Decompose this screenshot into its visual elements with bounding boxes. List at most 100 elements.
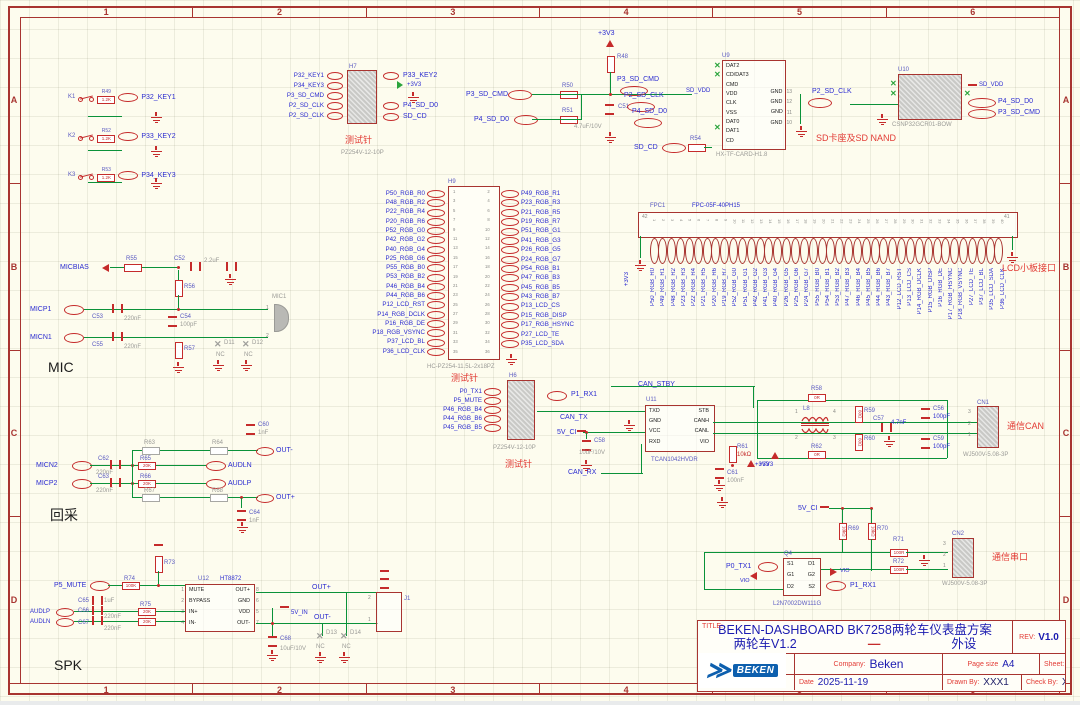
nc-label: NC [316,644,325,650]
pin-number: 1 [181,587,184,593]
border-rows-left: ABCD [8,17,20,684]
net-flag [427,264,445,273]
sheet-label: Sheet: [1044,660,1065,668]
resistor-refdes: R57 [184,346,196,352]
gnd-symbol [623,420,635,432]
border-row-label: B [8,184,20,351]
diode-refdes: D14 [350,630,362,636]
gnd-symbol [1006,252,1018,264]
pin-number: 30 [485,320,490,326]
pin-number: 11 [786,109,792,116]
resistor-nc [210,447,228,455]
pin-number: 12 [750,219,756,224]
capacitor-value: 220nF [104,614,122,620]
net-row: P23_RGB_R3 [501,199,560,208]
net-flag [634,118,662,128]
border-col-label: 5 [713,6,887,17]
net-label: MICN1 [30,334,52,341]
part-number: L2N7002DW111G [773,601,822,607]
net-flag [427,208,445,217]
power-bar [380,570,389,573]
pin-number: 27 [883,219,889,224]
resistor-refdes: R62 [811,444,823,450]
net-label: P36_LCD_CLK [382,347,425,355]
pin-number: 19 [812,219,818,224]
net-flag [118,131,139,141]
pin-label: CANL [694,428,709,435]
net-label: P48_RGB_R2 [670,268,677,307]
no-connect-icon: ✕ [714,61,721,70]
wire [132,450,134,498]
wire [583,432,645,434]
net-label: SD_VDD [979,82,1004,88]
spk-section: R73 P5_MUTE R74 100K U12 HT8872 MUTE BYP… [28,540,433,692]
resistor-refdes: R51 [562,108,574,114]
wire-loop [870,238,880,264]
net-flag [501,227,519,236]
rev-value: V1.0 [1038,631,1059,643]
title-block: TITLE: BEKEN-DASHBOARD BK7258两轮车仪表盘方案 两轮… [697,620,1066,692]
wire-loop [985,238,995,264]
switch-symbol [78,171,95,180]
net-label: CAN_TX [560,414,588,421]
pin-number: 2 [660,219,666,222]
capacitor-refdes: C59 [933,436,945,442]
net-flag [826,581,846,591]
net-label: P13_LCD_CS [521,302,560,310]
net-flag [427,338,445,347]
net-label: P40_RGB_G4 [773,268,780,307]
capacitor-value: 10uF/10V [579,450,606,456]
capacitor-value: 2.2uF [204,258,220,264]
pin-number: 1 [968,432,971,438]
diode-nc-icon: ✕ [214,339,222,349]
border-row-label: C [8,351,20,518]
net-label: P52_RGB_G0 [732,268,739,307]
net-label: OUT- [314,614,331,621]
net-row: P42_RGB_G2 [385,236,445,245]
resistor-refdes: R72 [893,559,905,565]
net-label: P23_RGB_R3 [680,268,687,307]
diode-refdes: D12 [252,340,264,346]
part-number: HT8872 [220,576,242,582]
capacitor-refdes: C61 [727,470,739,476]
pin-number: 5 [687,219,693,222]
net-flag [484,415,501,423]
pin-label: VCC [649,428,661,435]
switch-symbol [78,132,95,141]
net-row: P5_MUTE [453,397,501,405]
ic-right-pins: OUT+ GND VDD OUT- [220,587,250,626]
company-name: Beken [869,657,904,671]
net-label: P21_RGB_R5 [521,208,561,216]
border-col-label: 2 [193,6,367,17]
wire-loop [791,238,800,264]
net-label: P37_LCD_BL [979,268,985,305]
wire-loop [737,238,747,264]
wire [704,552,890,554]
wire [713,433,977,435]
part-number: WJ500V-5.08-3P [963,452,1009,458]
capacitor [715,468,724,479]
section-label: 通信CAN [1007,421,1045,431]
net-label: P51_RGB_G1 [521,227,561,235]
net-label: P44_RGB_B6 [443,414,482,422]
drawn-value: XXX1 [983,677,1009,688]
capacitor-refdes: C60 [258,422,270,428]
net-label: P32_KEY1 [141,93,176,101]
pin-label: GND [770,119,783,126]
pin-label: OUT+ [235,587,250,593]
net-flag [501,255,519,264]
pin-number: 13 [786,89,792,96]
net-flag [427,282,445,291]
net-label: P46_RGB_B4 [855,268,862,306]
capacitor [921,438,930,449]
pin-number: 2 [487,189,490,194]
power-net-label: +3V3 [759,462,774,468]
wire-loop [888,238,898,264]
pin-number: 2 [266,333,269,339]
pin-label: GND [770,99,783,106]
net-flag [102,264,109,272]
pin-number: 16 [485,254,490,260]
resistor-refdes: R70 [877,526,889,532]
wire-loop [826,238,836,264]
check-label: Check By: [1026,679,1058,686]
